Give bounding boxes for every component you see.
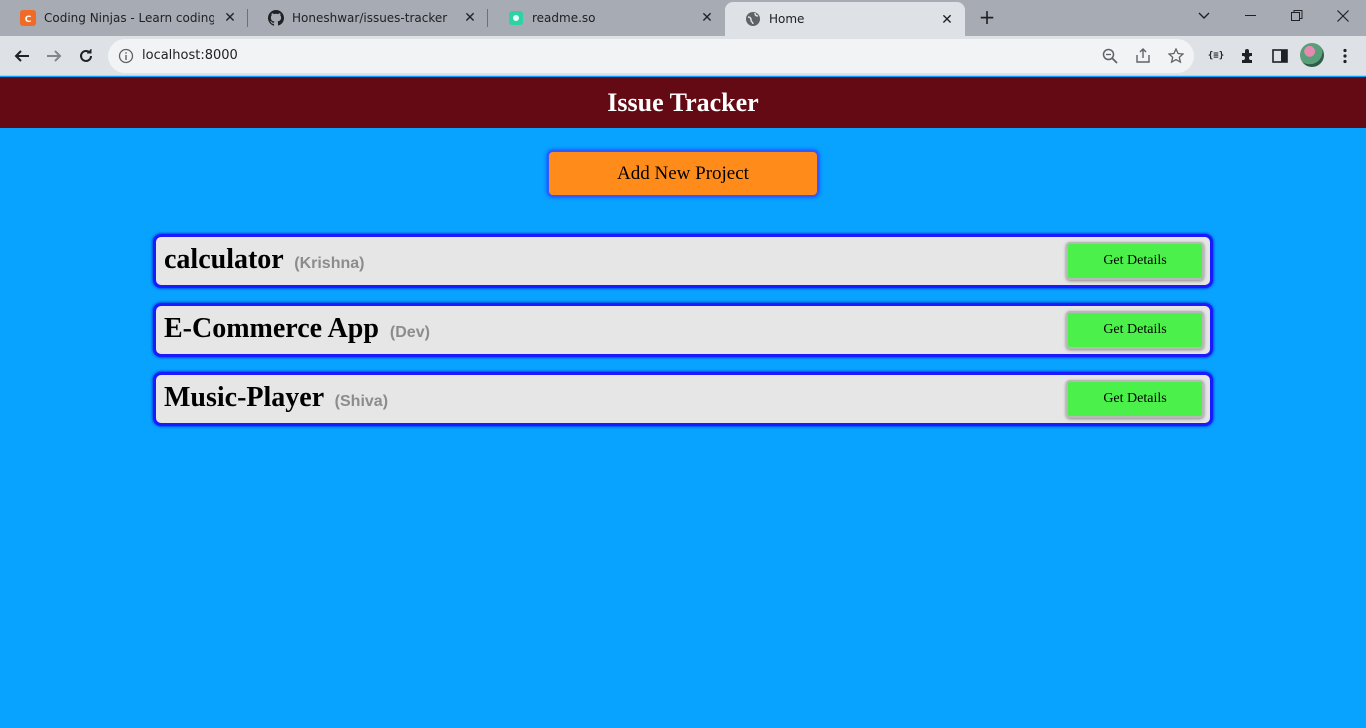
close-icon[interactable]: ✕ <box>462 10 478 26</box>
close-icon[interactable]: ✕ <box>222 10 238 26</box>
svg-text:C: C <box>25 15 32 25</box>
project-owner: (Shiva) <box>334 393 389 410</box>
back-arrow-icon[interactable] <box>10 44 34 68</box>
coding-ninjas-icon: C <box>20 10 36 26</box>
close-icon[interactable]: ✕ <box>699 10 715 26</box>
project-card: Music-Player (Shiva) Get Details <box>153 372 1213 426</box>
project-owner: (Dev) <box>389 324 430 341</box>
tab-title: Home <box>769 12 805 26</box>
get-details-button[interactable]: Get Details <box>1066 242 1204 280</box>
add-new-project-button[interactable]: Add New Project <box>547 150 819 197</box>
tab-strip: C Coding Ninjas - Learn coding or ✕ Hone… <box>0 0 1366 36</box>
project-name-row: Music-Player (Shiva) <box>164 382 388 414</box>
get-details-button[interactable]: Get Details <box>1066 311 1204 349</box>
tab-search-chevron-icon[interactable] <box>1181 0 1227 32</box>
page-title: Issue Tracker <box>607 87 759 117</box>
project-name: Music-Player <box>164 382 324 413</box>
side-panel-icon[interactable] <box>1269 45 1291 67</box>
site-info-icon[interactable] <box>118 48 134 64</box>
project-card: E-Commerce App (Dev) Get Details <box>153 303 1213 357</box>
zoom-icon[interactable] <box>1101 47 1119 65</box>
menu-kebab-icon[interactable] <box>1334 45 1356 67</box>
tab-title: Coding Ninjas - Learn coding or <box>44 11 214 25</box>
bookmark-star-icon[interactable] <box>1167 47 1185 65</box>
project-owner: (Krishna) <box>294 255 365 272</box>
project-name-row: E-Commerce App (Dev) <box>164 313 430 345</box>
address-url[interactable]: localhost:8000 <box>142 48 238 63</box>
tab-title: readme.so <box>532 11 596 25</box>
browser-toolbar: localhost:8000 {≡} <box>0 36 1366 76</box>
globe-icon <box>745 11 761 27</box>
tab-github[interactable]: Honeshwar/issues-tracker ✕ <box>248 0 488 36</box>
page-header: Issue Tracker <box>0 77 1366 128</box>
profile-avatar[interactable] <box>1300 43 1324 67</box>
tab-coding-ninjas[interactable]: C Coding Ninjas - Learn coding or ✕ <box>0 0 248 36</box>
github-icon <box>268 10 284 26</box>
tab-readme[interactable]: readme.so ✕ <box>488 0 725 36</box>
project-name: E-Commerce App <box>164 313 379 344</box>
reload-icon[interactable] <box>74 44 98 68</box>
window-close-icon[interactable] <box>1320 0 1366 32</box>
extension-json-icon[interactable]: {≡} <box>1205 45 1227 67</box>
restore-icon[interactable] <box>1274 0 1320 32</box>
project-name-row: calculator (Krishna) <box>164 244 364 276</box>
new-tab-plus-icon[interactable]: + <box>976 7 998 29</box>
forward-arrow-icon[interactable] <box>42 44 66 68</box>
extensions-puzzle-icon[interactable] <box>1237 45 1259 67</box>
share-icon[interactable] <box>1134 47 1152 65</box>
tab-title: Honeshwar/issues-tracker <box>292 11 448 25</box>
project-name: calculator <box>164 244 284 275</box>
close-icon[interactable]: ✕ <box>939 12 955 28</box>
get-details-button[interactable]: Get Details <box>1066 380 1204 418</box>
readme-icon <box>508 10 524 26</box>
project-card: calculator (Krishna) Get Details <box>153 234 1213 288</box>
minimize-icon[interactable] <box>1228 0 1274 32</box>
tab-home[interactable]: Home ✕ <box>725 2 965 36</box>
address-bar[interactable]: localhost:8000 <box>108 39 1194 73</box>
